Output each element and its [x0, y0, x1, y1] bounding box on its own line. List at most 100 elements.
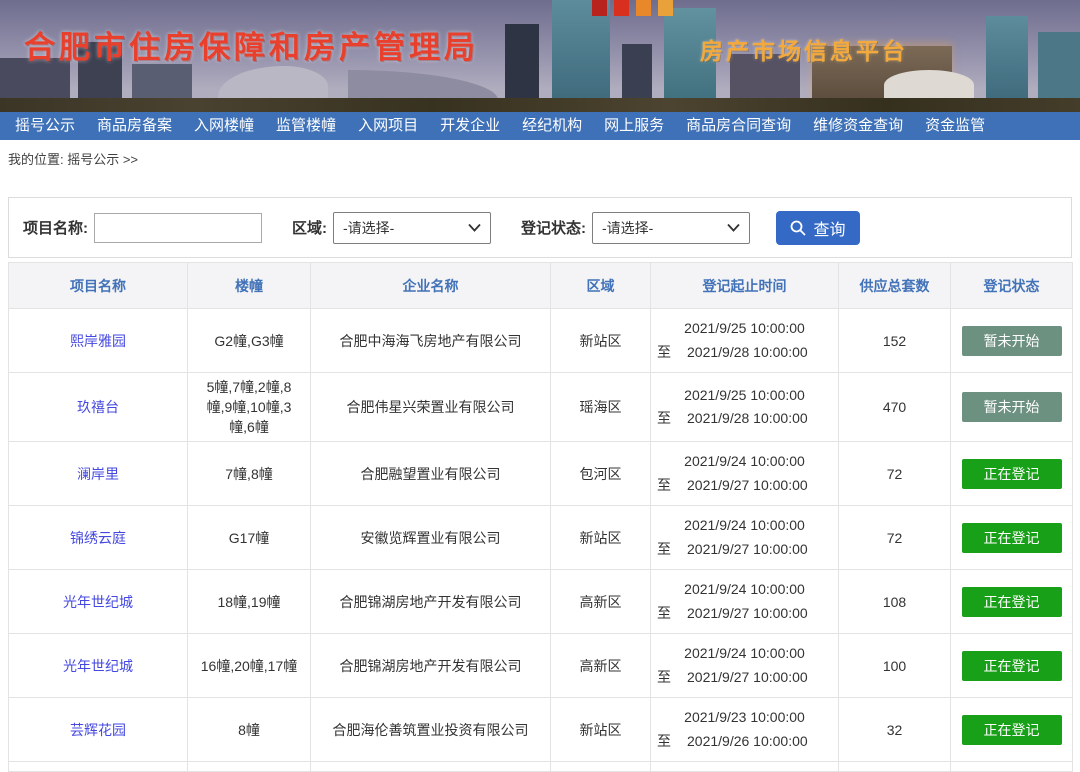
registration-period-cell: 2021/9/24 10:00:00 至 2021/9/27 10:00:00 — [651, 634, 839, 698]
nav-item-contract-query[interactable]: 商品房合同查询 — [675, 112, 802, 140]
search-button[interactable]: 查询 — [776, 211, 860, 245]
units-cell: 470 — [839, 373, 951, 442]
start-time: 2021/9/25 10:00:00 — [657, 384, 832, 407]
table-row: 熙岸雅园 G2幢,G3幢 合肥中海海飞房地产有限公司 新站区 2021/9/25… — [9, 309, 1073, 373]
status-cell: 正在登记 — [951, 506, 1073, 570]
building-silhouette — [505, 24, 539, 100]
status-cell: 正在登记 — [951, 570, 1073, 634]
district-select[interactable]: -请选择- — [333, 212, 491, 244]
col-header-company: 企业名称 — [311, 263, 551, 309]
breadcrumb: 我的位置: 摇号公示 >> — [0, 140, 1080, 169]
end-time: 2021/9/27 10:00:00 — [687, 602, 808, 625]
units-cell: 100 — [839, 634, 951, 698]
nav-item-supervised-buildings[interactable]: 监管楼幢 — [265, 112, 347, 140]
to-label: 至 — [657, 602, 671, 625]
nav-item-commodity-housing-record[interactable]: 商品房备案 — [86, 112, 183, 140]
end-time: 2021/9/27 10:00:00 — [687, 666, 808, 689]
status-button[interactable]: 正在登记 — [962, 715, 1062, 745]
building-silhouette — [884, 70, 974, 100]
status-button[interactable]: 暂未开始 — [962, 392, 1062, 422]
col-header-period: 登记起止时间 — [651, 263, 839, 309]
status-button[interactable]: 正在登记 — [962, 523, 1062, 553]
building-silhouette — [622, 44, 652, 100]
nav-item-online-services[interactable]: 网上服务 — [593, 112, 675, 140]
buildings-cell: 7幢,8幢 — [188, 442, 311, 506]
district-cell: 包河区 — [551, 442, 651, 506]
project-name-input[interactable] — [94, 213, 262, 243]
to-label: 至 — [657, 730, 671, 753]
registration-status-select[interactable]: -请选择- — [592, 212, 750, 244]
nav-item-developers[interactable]: 开发企业 — [429, 112, 511, 140]
project-name-link[interactable]: 光年世纪城 — [63, 594, 133, 610]
building-silhouette — [1038, 32, 1080, 100]
start-time: 2021/9/23 10:00:00 — [657, 706, 832, 729]
chevron-down-icon — [727, 223, 740, 232]
end-time: 2021/9/28 10:00:00 — [687, 341, 808, 364]
end-time: 2021/9/26 10:00:00 — [687, 730, 808, 753]
to-label: 至 — [657, 474, 671, 497]
company-cell: 合肥中海海飞房地产有限公司 — [311, 309, 551, 373]
project-name-link[interactable]: 光年世纪城 — [63, 658, 133, 674]
registration-period-cell: 2021/9/25 10:00:00 至2021/9/28 10:00:00 — [651, 373, 839, 442]
status-cell: 暂未开始 — [951, 373, 1073, 442]
table-row: 玖禧台 5幢,7幢,2幢,8幢,9幢,10幢,3幢,6幢 合肥伟星兴荣置业有限公… — [9, 373, 1073, 442]
nav-item-networked-projects[interactable]: 入网项目 — [347, 112, 429, 140]
main-nav: 摇号公示 商品房备案 入网楼幢 监管楼幢 入网项目 开发企业 经纪机构 网上服务… — [0, 112, 1080, 140]
col-header-units: 供应总套数 — [839, 263, 951, 309]
table-row: 澜岸里 7幢,8幢 合肥融望置业有限公司 包河区 2021/9/24 10:00… — [9, 442, 1073, 506]
project-name-link[interactable]: 芸辉花园 — [70, 722, 126, 738]
nav-item-brokerage-agencies[interactable]: 经纪机构 — [511, 112, 593, 140]
start-time: 2021/9/24 10:00:00 — [657, 578, 832, 601]
chevron-down-icon — [468, 223, 481, 232]
col-header-buildings: 楼幢 — [188, 263, 311, 309]
status-button[interactable]: 正在登记 — [962, 459, 1062, 489]
district-selected-value: -请选择- — [343, 218, 394, 238]
company-cell: 安徽览辉置业有限公司 — [311, 506, 551, 570]
nav-item-maintenance-fund-query[interactable]: 维修资金查询 — [802, 112, 914, 140]
nav-item-lottery-publicity[interactable]: 摇号公示 — [4, 112, 86, 140]
building-silhouette — [986, 16, 1028, 100]
to-label: 至 — [657, 407, 671, 430]
buildings-cell: 18幢,19幢 — [188, 570, 311, 634]
col-header-district: 区域 — [551, 263, 651, 309]
company-cell: 合肥伟星兴荣置业有限公司 — [311, 373, 551, 442]
col-header-status: 登记状态 — [951, 263, 1073, 309]
table-row-clipped — [9, 762, 1073, 772]
buildings-cell: 16幢,20幢,17幢 — [188, 634, 311, 698]
status-button[interactable]: 暂未开始 — [962, 326, 1062, 356]
district-cell: 高新区 — [551, 570, 651, 634]
company-cell: 合肥锦湖房地产开发有限公司 — [311, 570, 551, 634]
start-time: 2021/9/24 10:00:00 — [657, 450, 832, 473]
table-row: 光年世纪城 16幢,20幢,17幢 合肥锦湖房地产开发有限公司 高新区 2021… — [9, 634, 1073, 698]
table-row: 锦绣云庭 G17幢 安徽览辉置业有限公司 新站区 2021/9/24 10:00… — [9, 506, 1073, 570]
project-name-link[interactable]: 澜岸里 — [77, 466, 119, 482]
nav-item-networked-buildings[interactable]: 入网楼幢 — [183, 112, 265, 140]
buildings-cell: 5幢,7幢,2幢,8幢,9幢,10幢,3幢,6幢 — [188, 373, 311, 442]
end-time: 2021/9/27 10:00:00 — [687, 474, 808, 497]
registration-period-cell: 2021/9/24 10:00:00 至2021/9/27 10:00:00 — [651, 506, 839, 570]
search-button-label: 查询 — [813, 216, 845, 240]
units-cell: 72 — [839, 506, 951, 570]
nav-item-fund-supervision[interactable]: 资金监管 — [914, 112, 996, 140]
district-cell: 瑶海区 — [551, 373, 651, 442]
to-label: 至 — [657, 341, 671, 364]
registration-period-cell: 2021/9/24 10:00:00 至 2021/9/27 10:00:00 — [651, 442, 839, 506]
project-name-label: 项目名称: — [23, 217, 88, 238]
table-row: 光年世纪城 18幢,19幢 合肥锦湖房地产开发有限公司 高新区 2021/9/2… — [9, 570, 1073, 634]
agency-title: 合肥市住房保障和房产管理局 — [24, 22, 479, 67]
status-button[interactable]: 正在登记 — [962, 587, 1062, 617]
start-time: 2021/9/25 10:00:00 — [657, 317, 832, 340]
project-name-link[interactable]: 锦绣云庭 — [70, 530, 126, 546]
registration-status-label: 登记状态: — [521, 217, 586, 238]
to-label: 至 — [657, 666, 671, 689]
filter-bar: 项目名称: 区域: -请选择- 登记状态: -请选择- 查询 — [8, 197, 1072, 258]
registration-table: 项目名称 楼幢 企业名称 区域 登记起止时间 供应总套数 登记状态 熙岸雅园 G… — [8, 262, 1073, 772]
status-cell: 暂未开始 — [951, 309, 1073, 373]
banner-rooftop-sign — [592, 0, 673, 16]
project-name-link[interactable]: 玖禧台 — [77, 399, 119, 415]
project-name-link[interactable]: 熙岸雅园 — [70, 333, 126, 349]
district-cell: 新站区 — [551, 698, 651, 762]
start-time: 2021/9/24 10:00:00 — [657, 642, 832, 665]
status-cell: 正在登记 — [951, 442, 1073, 506]
status-button[interactable]: 正在登记 — [962, 651, 1062, 681]
